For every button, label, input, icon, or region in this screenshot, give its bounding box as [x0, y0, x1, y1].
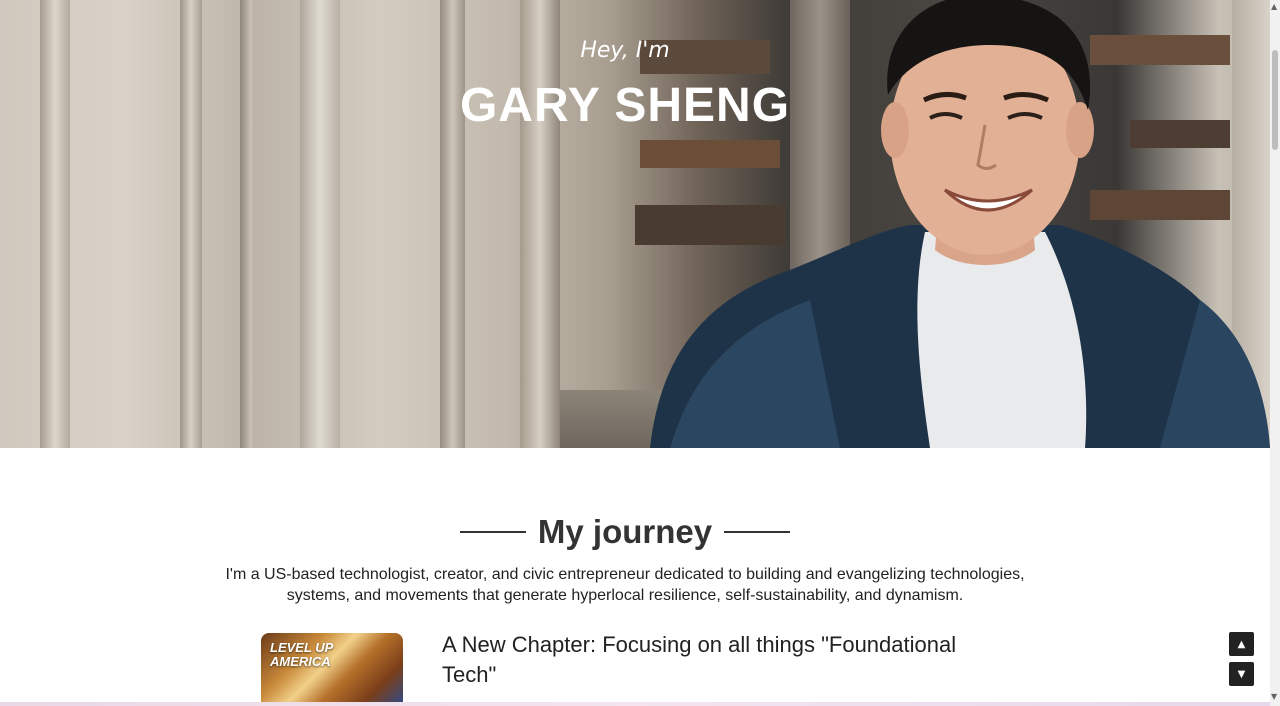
section-heading: My journey	[0, 510, 1250, 554]
hero-banner: Hey, I'm GARY SHENG	[0, 0, 1270, 448]
pillar-shape	[300, 0, 340, 448]
article-title-link[interactable]: A New Chapter: Focusing on all things "F…	[442, 630, 1002, 690]
scrollbar-up-icon[interactable]: ▲	[1271, 2, 1277, 11]
pillar-shape	[520, 0, 560, 448]
bottom-strip	[0, 702, 1270, 706]
page-scrollbar[interactable]: ▲ ▼	[1270, 0, 1280, 706]
triangle-up-icon: ▲	[1237, 638, 1246, 650]
pillar-shape	[180, 0, 202, 448]
section-title: My journey	[537, 513, 713, 550]
heading-rule-right	[724, 531, 791, 533]
scroll-down-button[interactable]: ▼	[1229, 662, 1254, 686]
scrollbar-thumb[interactable]	[1272, 50, 1278, 150]
intro-paragraph: I'm a US-based technologist, creator, an…	[225, 566, 1025, 604]
scrollbar-down-icon[interactable]: ▼	[1271, 692, 1277, 701]
portrait-image	[650, 0, 1270, 448]
hero-name: GARY SHENG	[459, 79, 791, 132]
hero-greeting: Hey, I'm	[580, 38, 670, 63]
thumbnail-text: LEVEL UP AMERICA	[270, 640, 333, 669]
pillar-shape	[440, 0, 465, 448]
pillar-shape	[240, 0, 252, 448]
scroll-up-button[interactable]: ▲	[1229, 632, 1254, 656]
heading-rule-left	[459, 531, 526, 533]
pillar-shape	[40, 0, 70, 448]
article-thumbnail[interactable]: LEVEL UP AMERICA	[261, 633, 403, 706]
triangle-down-icon: ▼	[1237, 668, 1246, 680]
